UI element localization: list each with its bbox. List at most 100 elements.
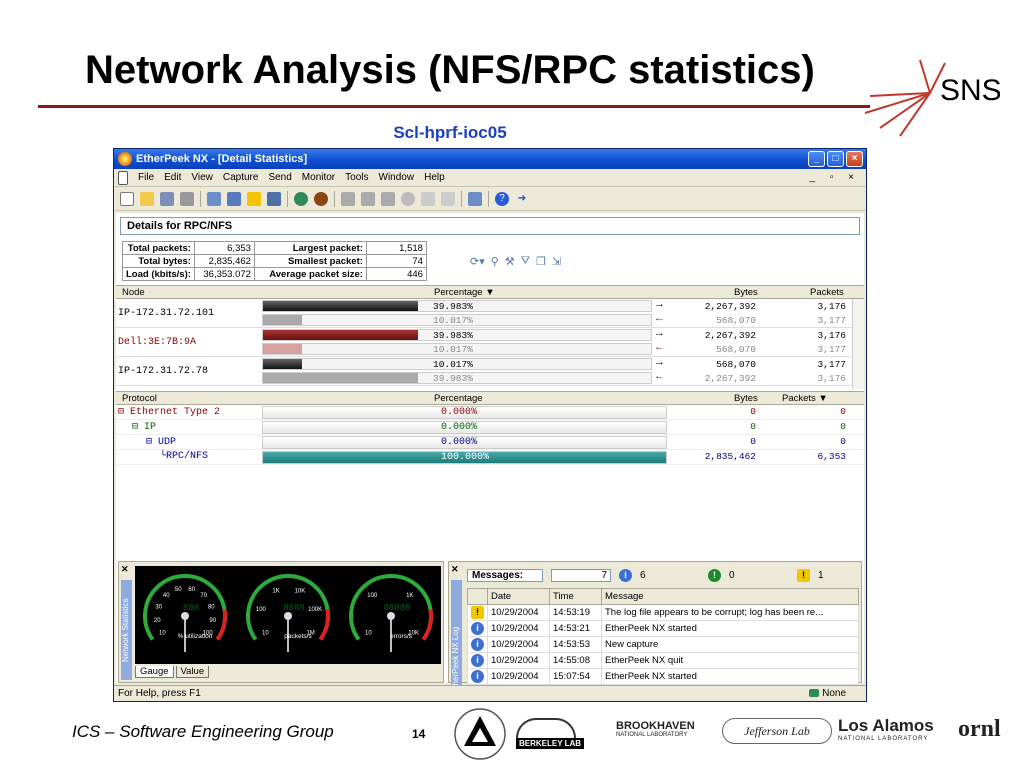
open-icon[interactable] [140,191,154,206]
protocol-row[interactable]: └RPC/NFS 100.000% 2,835,462 6,353 [116,450,864,465]
node-icon[interactable] [381,191,395,206]
protocol-name[interactable]: ⊟ IP [132,421,156,433]
protocol-name[interactable]: ⊟ UDP [146,436,176,448]
mdi-controls[interactable]: _ ▫ × [809,172,860,183]
protocol-row[interactable]: ⊟ IP 0.000% 0 0 [116,420,864,435]
message-column-header[interactable]: Message [601,588,859,605]
menu-send[interactable]: Send [268,172,291,183]
decode-icon[interactable] [341,191,355,206]
node-table-scrollbar[interactable] [852,299,864,389]
new-icon[interactable] [120,191,134,206]
message-filter-bar: Messages: 7 i 6 ! 0 ! 1 [467,566,824,584]
warning-icon: ! [471,606,484,619]
settings-icon[interactable] [468,191,482,206]
protocol-row[interactable]: ⊟ UDP 0.000% 0 0 [116,435,864,450]
menu-view[interactable]: View [191,172,213,183]
capture-icon[interactable] [267,191,281,206]
node-column-header[interactable]: Node [122,287,145,298]
menu-tools[interactable]: Tools [345,172,368,183]
minimize-button[interactable]: _ [808,151,825,167]
document-icon[interactable] [118,170,128,185]
start-capture-icon[interactable] [294,191,308,206]
print-icon[interactable] [180,191,194,206]
info-icon: i [471,670,484,683]
warning-icon[interactable]: ! [797,568,810,582]
stats-icon[interactable] [227,191,241,206]
gauge: 10100 1K10K88888errors/s [349,574,433,652]
time-column-header[interactable]: Time [549,588,602,605]
load-value: 36,353.072 [193,267,255,281]
berkeley-lab-text: BERKELEY LAB [516,738,585,749]
export-icon[interactable]: ⇲ [552,255,561,268]
protocol-column-header[interactable]: Protocol [122,393,157,404]
protocol-packets-header[interactable]: Packets ▼ [782,393,828,404]
node-row[interactable]: IP-172.31.72.101 39.983% 10.017% → ← 2,2… [116,299,864,328]
alert-icon[interactable] [247,191,261,206]
close-button[interactable]: × [846,151,863,167]
toolbar-separator [334,190,335,207]
protocol-icon[interactable] [361,191,375,206]
protocol-bytes-header[interactable]: Bytes [734,393,758,404]
log-row[interactable]: i 10/29/2004 14:53:53 New capture [467,636,859,653]
tab-gauge[interactable]: Gauge [135,666,174,678]
total-packets-value: 6,353 [193,241,255,255]
log-time: 15:07:54 [549,668,602,685]
window-titlebar[interactable]: EtherPeek NX - [Detail Statistics] _ □ × [114,149,866,169]
node-row[interactable]: Dell:3E:7B:9A 39.983% 10.017% → ← 2,267,… [116,328,864,357]
refresh-icon[interactable]: ⟳▾ [470,255,485,268]
gauge-tick-label: 10 [262,630,269,636]
out-percentage-text: 39.983% [433,330,473,341]
tab-value[interactable]: Value [175,666,210,678]
gauge-hub [181,612,189,620]
protocol-percentage-bar: 0.000% [262,421,667,434]
menu-edit[interactable]: Edit [164,172,181,183]
disk-icon[interactable] [401,191,415,206]
filter-funnel-icon[interactable]: ⛛ [521,255,530,268]
arrow-right-icon[interactable]: ➔ [515,192,529,206]
protocol-percentage-header[interactable]: Percentage [434,393,483,404]
protocol-name[interactable]: ⊟ Ethernet Type 2 [118,406,220,418]
log-row[interactable]: i 10/29/2004 14:55:08 EtherPeek NX quit [467,652,859,669]
log-tab[interactable]: EtherPeek NX Log [451,580,462,701]
date-column-header[interactable]: Date [487,588,550,605]
filter-icon[interactable] [207,191,221,206]
in-bytes: 568,070 [716,344,756,355]
protocol-name[interactable]: └RPC/NFS [160,451,208,462]
log-row[interactable]: i 10/29/2004 15:07:54 EtherPeek NX start… [467,668,859,685]
menu-monitor[interactable]: Monitor [302,172,335,183]
copy-icon[interactable]: ❐ [536,255,546,268]
maximize-button[interactable]: □ [827,151,844,167]
close-log-icon[interactable]: ✕ [451,564,459,575]
menu-window[interactable]: Window [379,172,415,183]
bytes-column-header[interactable]: Bytes [734,287,758,298]
ornl-logo: ornl [958,716,1001,742]
log-date: 10/29/2004 [487,636,550,653]
menu-help[interactable]: Help [424,172,445,183]
help-icon[interactable]: ? [495,191,509,206]
menu-file[interactable]: File [138,172,154,183]
node-row[interactable]: IP-172.31.72.78 10.017% 39.983% → ← 568,… [116,357,864,386]
stop-capture-icon[interactable] [314,191,328,206]
chart-icon[interactable] [441,191,455,206]
tools-icon[interactable]: ⚒ [505,255,515,268]
menu-capture[interactable]: Capture [223,172,259,183]
slide-title: Network Analysis (NFS/RPC statistics) [85,48,815,92]
log-row[interactable]: ! 10/29/2004 14:53:19 The log file appea… [467,604,859,621]
window-icon[interactable] [421,191,435,206]
log-row[interactable]: i 10/29/2004 14:53:21 EtherPeek NX start… [467,620,859,637]
pin-icon[interactable]: ⚲ [491,255,499,268]
error-icon[interactable]: ! [708,568,721,582]
log-message: EtherPeek NX started [601,668,859,685]
out-bytes: 2,267,392 [704,330,756,341]
type-column-header[interactable] [467,588,488,605]
save-icon[interactable] [160,191,174,206]
percentage-column-header[interactable]: Percentage ▼ [434,287,495,298]
toolbar-separator [461,190,462,207]
network-statistics-tab[interactable]: Network Statistics [121,580,132,680]
protocol-row[interactable]: ⊟ Ethernet Type 2 0.000% 0 0 [116,405,864,420]
slide-subtitle: Scl-hprf-ioc05 [393,123,507,142]
info-icon[interactable]: i [619,568,632,582]
packets-column-header[interactable]: Packets [810,287,844,298]
brookhaven-text: BROOKHAVEN [616,720,695,732]
close-pane-icon[interactable]: ✕ [121,564,129,575]
